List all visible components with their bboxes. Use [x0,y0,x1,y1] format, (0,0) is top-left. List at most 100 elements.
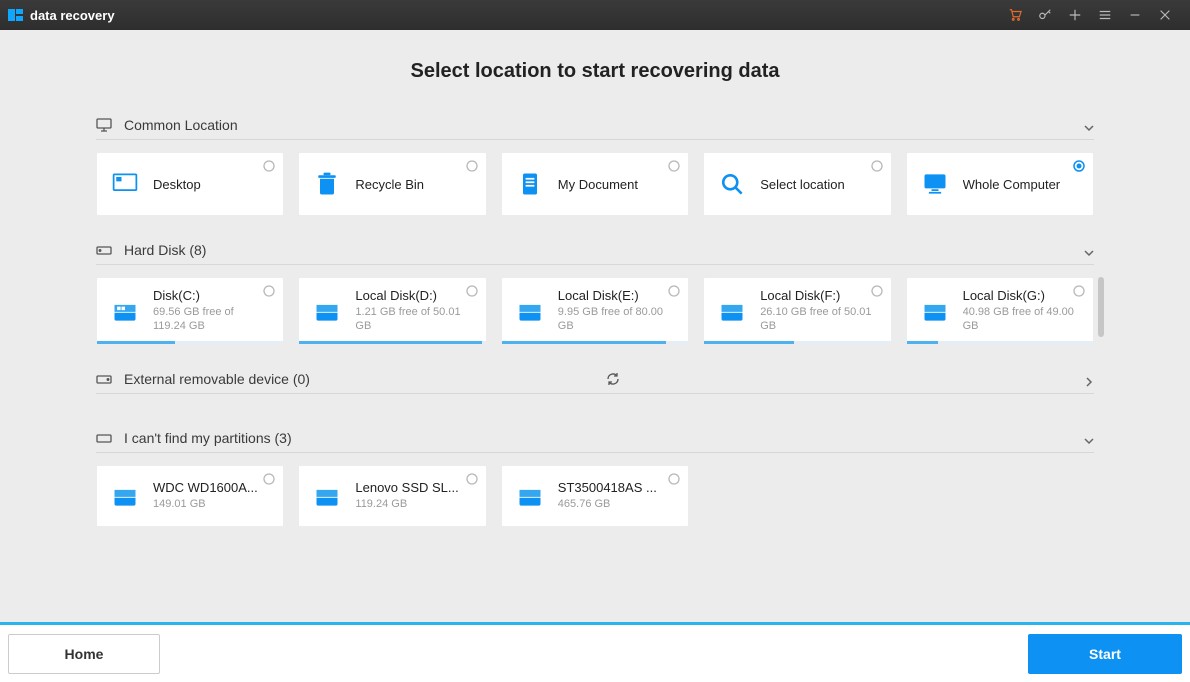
monitor-icon [96,117,112,133]
app-logo-icon [8,7,24,23]
card-label: Desktop [153,177,201,192]
harddisk-icon [96,242,112,258]
disk-usage-bar [97,341,283,344]
radio-icon[interactable] [668,472,680,484]
start-button[interactable]: Start [1028,634,1182,674]
chevron-right-icon [1084,374,1094,384]
card-recyclebin[interactable]: Recycle Bin [298,152,486,216]
drive-icon [111,482,139,510]
chevron-down-icon [1084,120,1094,130]
card-sub: 465.76 GB [558,498,657,512]
windows-drive-icon [111,297,139,325]
cantfind-cards: WDC WD1600A... 149.01 GB Lenovo SSD SL..… [96,465,1094,527]
card-label: Whole Computer [963,177,1061,192]
computer-icon [921,170,949,198]
card-selectlocation[interactable]: Select location [703,152,891,216]
main-panel: Select location to start recovering data… [0,30,1190,527]
drive-icon [921,297,949,325]
section-head-harddisk[interactable]: Hard Disk (8) [96,236,1094,265]
recyclebin-icon [313,170,341,198]
common-location-cards: Desktop Recycle Bin My Document Select l… [96,152,1094,216]
card-desktop[interactable]: Desktop [96,152,284,216]
card-sub: 9.95 GB free of 80.00 GB [558,306,673,334]
section-head-common[interactable]: Common Location [96,111,1094,140]
section-label: I can't find my partitions (3) [124,430,1084,446]
card-disk-g[interactable]: Local Disk(G:) 40.98 GB free of 49.00 GB [906,277,1094,345]
drive-icon [516,297,544,325]
page-title: Select location to start recovering data [96,60,1094,83]
disk-usage-bar [502,341,688,344]
card-label: Recycle Bin [355,177,424,192]
radio-icon[interactable] [466,472,478,484]
card-label: Select location [760,177,845,192]
card-label: Local Disk(E:) [558,288,673,303]
radio-icon[interactable] [263,159,275,171]
radio-icon[interactable] [1073,284,1085,296]
card-label: Disk(C:) [153,288,268,303]
title-bar: data recovery [0,0,1190,30]
radio-icon[interactable] [263,284,275,296]
card-disk-f[interactable]: Local Disk(F:) 26.10 GB free of 50.01 GB [703,277,891,345]
chevron-down-icon [1084,433,1094,443]
radio-icon[interactable] [466,284,478,296]
drive-icon [516,482,544,510]
search-icon [718,170,746,198]
card-label: Lenovo SSD SL... [355,480,458,495]
card-disk-d[interactable]: Local Disk(D:) 1.21 GB free of 50.01 GB [298,277,486,345]
card-sub: 26.10 GB free of 50.01 GB [760,306,875,334]
card-physical-2[interactable]: ST3500418AS ... 465.76 GB [501,465,689,527]
card-sub: 149.01 GB [153,498,258,512]
document-icon [516,170,544,198]
card-wholecomputer[interactable]: Whole Computer [906,152,1094,216]
card-sub: 1.21 GB free of 50.01 GB [355,306,470,334]
radio-icon[interactable] [263,472,275,484]
radio-icon[interactable] [871,159,883,171]
cart-icon[interactable] [1008,8,1022,22]
radio-icon[interactable] [466,159,478,171]
close-icon[interactable] [1158,8,1172,22]
section-head-external[interactable]: External removable device (0) [96,365,1094,394]
disk-usage-bar [907,341,1093,344]
radio-icon[interactable] [668,284,680,296]
chevron-down-icon [1084,245,1094,255]
radio-icon[interactable] [871,284,883,296]
disk-usage-bar [299,341,485,344]
card-label: WDC WD1600A... [153,480,258,495]
plus-icon[interactable] [1068,8,1082,22]
menu-icon[interactable] [1098,8,1112,22]
drive-icon [313,482,341,510]
scrollbar-thumb[interactable] [1098,277,1104,337]
card-disk-e[interactable]: Local Disk(E:) 9.95 GB free of 80.00 GB [501,277,689,345]
section-label: External removable device (0) [124,371,587,387]
card-label: Local Disk(G:) [963,288,1078,303]
disk-usage-bar [704,341,890,344]
section-label: Common Location [124,117,1084,133]
drive-icon [718,297,746,325]
card-label: My Document [558,177,638,192]
refresh-icon[interactable] [605,371,621,387]
external-drive-icon [96,371,112,387]
radio-checked-icon[interactable] [1073,159,1085,171]
section-label: Hard Disk (8) [124,242,1084,258]
card-physical-0[interactable]: WDC WD1600A... 149.01 GB [96,465,284,527]
card-label: Local Disk(D:) [355,288,470,303]
card-sub: 69.56 GB free of 119.24 GB [153,306,268,334]
card-sub: 40.98 GB free of 49.00 GB [963,306,1078,334]
title-bar-actions [1008,8,1190,22]
section-head-cantfind[interactable]: I can't find my partitions (3) [96,424,1094,453]
card-label: Local Disk(F:) [760,288,875,303]
card-mydocument[interactable]: My Document [501,152,689,216]
key-icon[interactable] [1038,8,1052,22]
harddisk-cards: Disk(C:) 69.56 GB free of 119.24 GB Loca… [96,277,1094,345]
card-physical-1[interactable]: Lenovo SSD SL... 119.24 GB [298,465,486,527]
card-disk-c[interactable]: Disk(C:) 69.56 GB free of 119.24 GB [96,277,284,345]
footer: Home Start [0,622,1190,682]
partition-icon [96,430,112,446]
app-title: data recovery [30,8,1008,23]
home-button[interactable]: Home [8,634,160,674]
card-label: ST3500418AS ... [558,480,657,495]
card-sub: 119.24 GB [355,498,458,512]
drive-icon [313,297,341,325]
minimize-icon[interactable] [1128,8,1142,22]
radio-icon[interactable] [668,159,680,171]
